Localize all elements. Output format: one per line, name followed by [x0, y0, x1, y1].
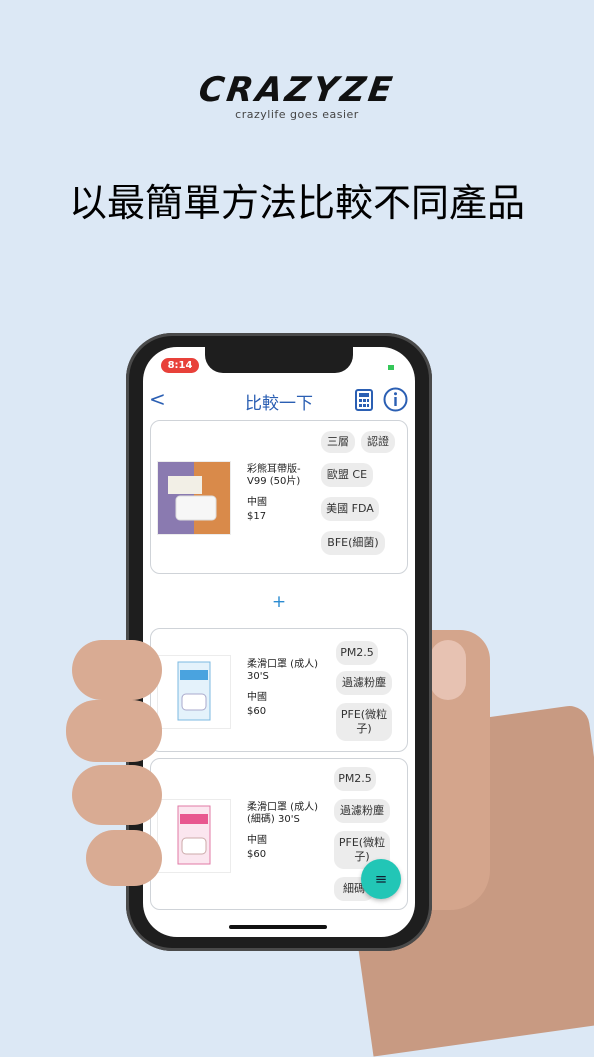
product-name: 彩熊耳帶版-V99 (50片) — [247, 464, 301, 487]
home-indicator — [229, 925, 327, 929]
brand-logo: CRAZYZE crazylife goes easier — [0, 70, 594, 121]
product-card[interactable]: 柔滑口罩 (成人) 30'S 中國 $60 PM2.5 過濾粉塵 PFE(微粒子… — [150, 628, 408, 752]
calculator-icon[interactable] — [355, 389, 373, 411]
product-image — [157, 655, 231, 729]
product-name: 柔滑口罩 (成人) (細碼) 30'S — [247, 802, 318, 825]
thumb — [430, 640, 466, 700]
tag-chip: 三層 — [321, 431, 355, 453]
product-image — [157, 461, 231, 535]
product-image — [157, 799, 231, 873]
page-title: 比較一下 — [245, 394, 313, 414]
headline: 以最簡單方法比較不同產品 — [68, 181, 525, 225]
tag-chip: 認證 — [361, 431, 395, 453]
tag-chip: 歐盟 CE — [321, 463, 373, 487]
status-time: 8:14 — [161, 358, 199, 373]
finger — [72, 640, 162, 700]
finger — [86, 830, 162, 886]
product-name: 柔滑口罩 (成人) 30'S — [247, 659, 318, 682]
notch — [205, 347, 353, 373]
product-price: $17 — [247, 511, 267, 522]
menu-fab-button[interactable]: ≡ — [361, 859, 401, 899]
battery-icon — [388, 365, 394, 370]
phone-screen: 8:14 < 比較一下 彩熊耳帶版-V99 (50片) 中國 $17 三層 認證… — [143, 347, 415, 937]
product-country: 中國 — [247, 692, 267, 703]
tag-chip: 美國 FDA — [321, 497, 379, 521]
product-country: 中國 — [247, 497, 267, 508]
finger — [66, 700, 162, 762]
tag-chip: PM2.5 — [334, 767, 376, 791]
tag-chip: BFE(細菌) — [321, 531, 385, 555]
tag-chip: 過濾粉塵 — [336, 671, 392, 695]
tag-chip: PFE(微粒子) — [336, 703, 392, 741]
product-price: $60 — [247, 706, 267, 717]
brand-name: CRAZYZE — [196, 70, 398, 110]
product-card[interactable]: 彩熊耳帶版-V99 (50片) 中國 $17 三層 認證 歐盟 CE 美國 FD… — [150, 420, 408, 574]
product-price: $60 — [247, 849, 267, 860]
add-product-button[interactable]: + — [143, 592, 415, 612]
product-country: 中國 — [247, 835, 267, 846]
info-icon[interactable] — [383, 387, 408, 412]
finger — [72, 765, 162, 825]
tag-chip: PM2.5 — [336, 641, 378, 665]
tag-chip: 過濾粉塵 — [334, 799, 390, 823]
